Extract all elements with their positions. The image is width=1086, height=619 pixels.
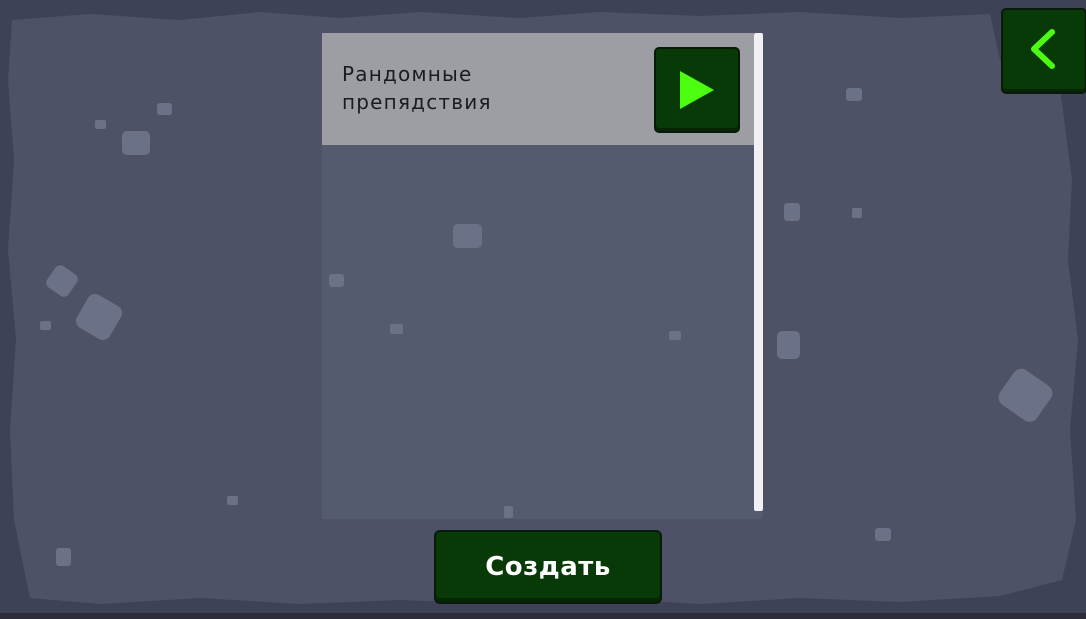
play-button[interactable] <box>654 47 740 133</box>
bottom-border-strip <box>0 613 1086 619</box>
list-scrollbar[interactable] <box>754 33 763 511</box>
list-item-random-obstacles[interactable]: Рандомные препядствия <box>322 33 754 145</box>
level-list-panel[interactable]: Рандомные препядствия <box>322 33 763 519</box>
chevron-left-icon <box>1031 29 1055 69</box>
create-button[interactable]: Создать <box>434 530 662 604</box>
back-button[interactable] <box>1001 8 1086 94</box>
play-icon <box>680 71 714 109</box>
list-item-label: Рандомные препядствия <box>342 62 492 114</box>
create-button-label: Создать <box>485 552 611 582</box>
